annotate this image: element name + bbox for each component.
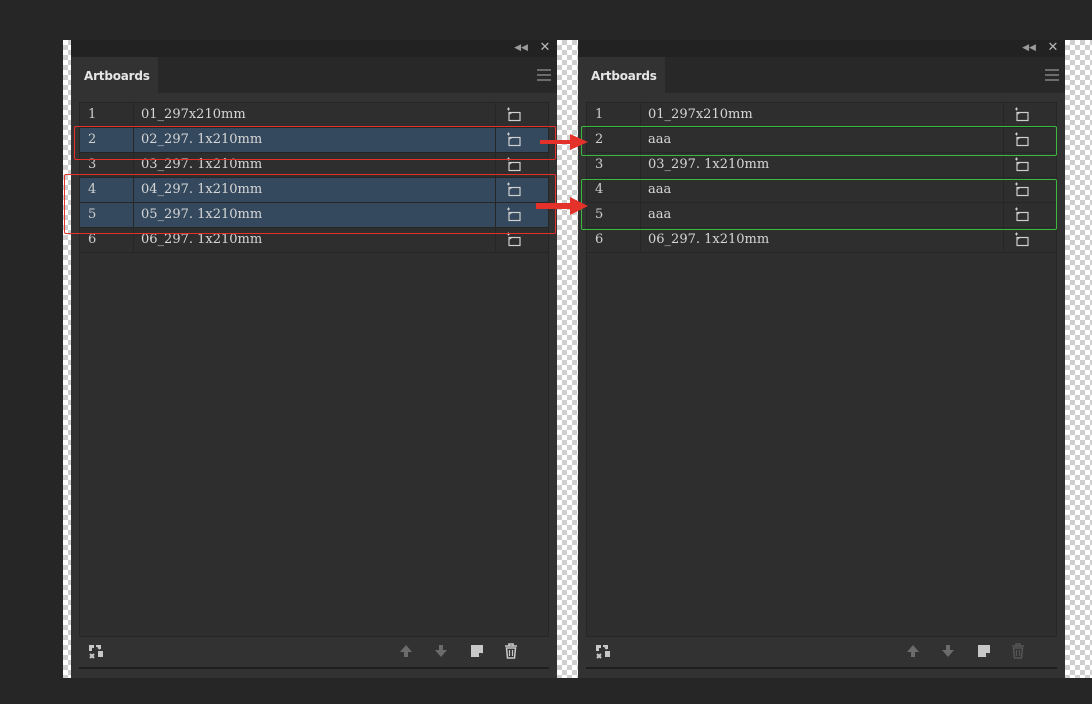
artboard-number: 1	[595, 107, 604, 122]
highlight-box-after	[581, 179, 1057, 230]
delete-artboard-icon[interactable]	[502, 642, 520, 660]
new-artboard-icon[interactable]	[468, 642, 486, 660]
move-down-icon[interactable]	[939, 642, 957, 660]
artboard-options-icon[interactable]	[506, 107, 522, 123]
panel-titlebar: ◀◀ ✕	[578, 40, 1065, 57]
tab-artboards[interactable]: Artboards	[578, 57, 665, 93]
artboard-options-icon[interactable]	[506, 232, 522, 248]
new-artboard-icon[interactable]	[975, 642, 993, 660]
artboard-name[interactable]: 03_297. 1x210mm	[648, 153, 769, 177]
artboard-name[interactable]: 01_297x210mm	[648, 103, 753, 127]
panel-menu-icon[interactable]	[1045, 69, 1059, 81]
rearrange-artboards-icon[interactable]	[594, 642, 612, 660]
artboard-number: 6	[595, 232, 604, 247]
artboard-number: 3	[595, 157, 604, 172]
move-up-icon[interactable]	[904, 642, 922, 660]
artboard-options-icon[interactable]	[1014, 157, 1030, 173]
double-chevron-left-icon[interactable]: ◀◀	[1022, 41, 1036, 55]
table-row[interactable]: 6 06_297. 1x210mm	[587, 228, 1056, 253]
table-row[interactable]: 1 01_297x210mm	[587, 103, 1056, 128]
footer-divider	[79, 667, 549, 669]
close-icon[interactable]: ✕	[1046, 40, 1060, 56]
artboard-name[interactable]: 06_297. 1x210mm	[648, 228, 769, 252]
artboard-number: 1	[88, 107, 97, 122]
move-up-icon[interactable]	[397, 642, 415, 660]
transparency-strip	[1065, 40, 1092, 678]
artboard-options-icon[interactable]	[1014, 232, 1030, 248]
table-row[interactable]: 3 03_297. 1x210mm	[587, 153, 1056, 178]
tab-strip: Artboards	[578, 57, 1065, 93]
highlight-box-before	[74, 126, 556, 160]
panel-titlebar: ◀◀ ✕	[71, 40, 557, 57]
footer-divider	[586, 667, 1057, 669]
rearrange-artboards-icon[interactable]	[87, 642, 105, 660]
close-icon[interactable]: ✕	[538, 40, 552, 56]
double-chevron-left-icon[interactable]: ◀◀	[514, 41, 528, 55]
table-row[interactable]: 1 01_297x210mm	[80, 103, 548, 128]
artboard-name[interactable]: 01_297x210mm	[141, 103, 246, 127]
highlight-box-before	[64, 174, 556, 234]
tab-artboards[interactable]: Artboards	[71, 57, 158, 93]
arrow-right-icon	[536, 197, 588, 215]
highlight-box-after	[581, 126, 1057, 156]
move-down-icon[interactable]	[432, 642, 450, 660]
panel-menu-icon[interactable]	[537, 69, 551, 81]
tab-strip: Artboards	[71, 57, 557, 93]
transparency-strip	[63, 40, 71, 678]
arrow-right-icon	[540, 134, 588, 150]
artboard-options-icon[interactable]	[1014, 107, 1030, 123]
delete-artboard-icon	[1012, 643, 1024, 659]
